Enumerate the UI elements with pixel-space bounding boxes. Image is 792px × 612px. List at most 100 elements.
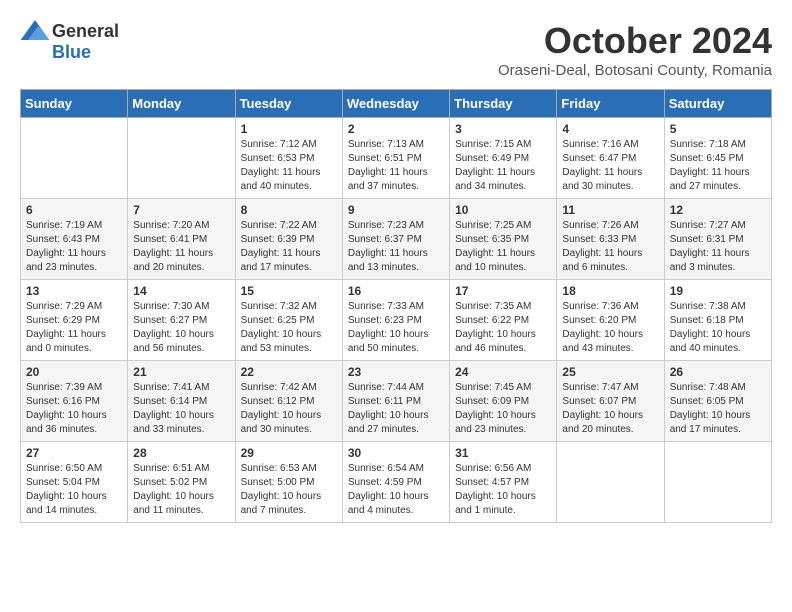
day-number: 21 — [133, 365, 229, 379]
calendar-cell: 27 Sunrise: 6:50 AMSunset: 5:04 PMDayligh… — [21, 442, 128, 523]
calendar-cell — [664, 442, 771, 523]
cell-sun-info: Sunrise: 7:32 AMSunset: 6:25 PMDaylight:… — [241, 300, 337, 356]
calendar-cell: 30 Sunrise: 6:54 AMSunset: 4:59 PMDayligh… — [342, 442, 449, 523]
cell-sun-info: Sunrise: 7:44 AMSunset: 6:11 PMDaylight:… — [348, 381, 444, 437]
calendar-cell: 22Sunrise: 7:42 AMSunset: 6:12 PMDayligh… — [235, 361, 342, 442]
logo: General Blue — [20, 20, 119, 63]
page-header: General Blue October 2024 Oraseni-Deal, … — [20, 20, 772, 79]
day-number: 28 — [133, 446, 229, 460]
cell-sun-info: Sunrise: 7:26 AMSunset: 6:33 PMDaylight:… — [562, 219, 658, 275]
calendar-cell — [21, 118, 128, 199]
calendar-cell: 7 Sunrise: 7:20 AMSunset: 6:41 PMDaylight… — [128, 199, 235, 280]
cell-sun-info: Sunrise: 7:29 AMSunset: 6:29 PMDaylight:… — [26, 300, 122, 356]
cell-sun-info: Sunrise: 6:54 AMSunset: 4:59 PMDaylight:… — [348, 462, 444, 518]
cell-sun-info: Sunrise: 7:36 AMSunset: 6:20 PMDaylight:… — [562, 300, 658, 356]
calendar-cell: 11Sunrise: 7:26 AMSunset: 6:33 PMDayligh… — [557, 199, 664, 280]
day-number: 30 — [348, 446, 444, 460]
cell-sun-info: Sunrise: 7:41 AMSunset: 6:14 PMDaylight:… — [133, 381, 229, 437]
logo-icon — [20, 20, 50, 40]
calendar-cell: 28 Sunrise: 6:51 AMSunset: 5:02 PMDayligh… — [128, 442, 235, 523]
cell-sun-info: Sunrise: 7:39 AMSunset: 6:16 PMDaylight:… — [26, 381, 122, 437]
calendar-cell: 25Sunrise: 7:47 AMSunset: 6:07 PMDayligh… — [557, 361, 664, 442]
day-number: 14 — [133, 284, 229, 298]
header-tuesday: Tuesday — [235, 90, 342, 118]
day-number: 18 — [562, 284, 658, 298]
calendar-cell: 5Sunrise: 7:18 AMSunset: 6:45 PMDaylight… — [664, 118, 771, 199]
header-sunday: Sunday — [21, 90, 128, 118]
day-number: 5 — [670, 122, 766, 136]
day-number: 4 — [562, 122, 658, 136]
day-number: 7 — [133, 203, 229, 217]
day-number: 15 — [241, 284, 337, 298]
calendar-cell: 13 Sunrise: 7:29 AMSunset: 6:29 PMDayligh… — [21, 280, 128, 361]
cell-sun-info: Sunrise: 7:45 AMSunset: 6:09 PMDaylight:… — [455, 381, 551, 437]
day-number: 9 — [348, 203, 444, 217]
calendar-cell — [128, 118, 235, 199]
day-number: 3 — [455, 122, 551, 136]
calendar-cell: 9 Sunrise: 7:23 AMSunset: 6:37 PMDaylight… — [342, 199, 449, 280]
cell-sun-info: Sunrise: 7:22 AMSunset: 6:39 PMDaylight:… — [241, 219, 337, 275]
cell-sun-info: Sunrise: 7:27 AMSunset: 6:31 PMDaylight:… — [670, 219, 766, 275]
day-number: 2 — [348, 122, 444, 136]
day-number: 17 — [455, 284, 551, 298]
calendar-cell: 1 Sunrise: 7:12 AMSunset: 6:53 PMDaylight… — [235, 118, 342, 199]
calendar-cell: 20Sunrise: 7:39 AMSunset: 6:16 PMDayligh… — [21, 361, 128, 442]
cell-sun-info: Sunrise: 7:15 AMSunset: 6:49 PMDaylight:… — [455, 138, 551, 194]
calendar-cell — [557, 442, 664, 523]
day-number: 23 — [348, 365, 444, 379]
cell-sun-info: Sunrise: 7:20 AMSunset: 6:41 PMDaylight:… — [133, 219, 229, 275]
cell-sun-info: Sunrise: 6:50 AMSunset: 5:04 PMDaylight:… — [26, 462, 122, 518]
calendar-table: Sunday Monday Tuesday Wednesday Thursday… — [20, 89, 772, 523]
calendar-cell: 21 Sunrise: 7:41 AMSunset: 6:14 PMDayligh… — [128, 361, 235, 442]
calendar-cell: 23 Sunrise: 7:44 AMSunset: 6:11 PMDayligh… — [342, 361, 449, 442]
day-number: 25 — [562, 365, 658, 379]
calendar-cell: 4Sunrise: 7:16 AMSunset: 6:47 PMDaylight… — [557, 118, 664, 199]
calendar-cell: 2 Sunrise: 7:13 AMSunset: 6:51 PMDaylight… — [342, 118, 449, 199]
calendar-cell: 19Sunrise: 7:38 AMSunset: 6:18 PMDayligh… — [664, 280, 771, 361]
calendar-cell: 14Sunrise: 7:30 AMSunset: 6:27 PMDayligh… — [128, 280, 235, 361]
calendar-cell: 8 Sunrise: 7:22 AMSunset: 6:39 PMDaylight… — [235, 199, 342, 280]
day-number: 12 — [670, 203, 766, 217]
cell-sun-info: Sunrise: 6:51 AMSunset: 5:02 PMDaylight:… — [133, 462, 229, 518]
day-number: 6 — [26, 203, 122, 217]
logo-general-text: General — [52, 21, 119, 42]
calendar-cell: 15 Sunrise: 7:32 AMSunset: 6:25 PMDayligh… — [235, 280, 342, 361]
cell-sun-info: Sunrise: 7:25 AMSunset: 6:35 PMDaylight:… — [455, 219, 551, 275]
calendar-cell: 24 Sunrise: 7:45 AMSunset: 6:09 PMDayligh… — [450, 361, 557, 442]
cell-sun-info: Sunrise: 7:38 AMSunset: 6:18 PMDaylight:… — [670, 300, 766, 356]
cell-sun-info: Sunrise: 7:23 AMSunset: 6:37 PMDaylight:… — [348, 219, 444, 275]
day-number: 29 — [241, 446, 337, 460]
calendar-week-1: 1 Sunrise: 7:12 AMSunset: 6:53 PMDaylight… — [21, 118, 772, 199]
calendar-header: Sunday Monday Tuesday Wednesday Thursday… — [21, 90, 772, 118]
calendar-cell: 31Sunrise: 6:56 AMSunset: 4:57 PMDayligh… — [450, 442, 557, 523]
calendar-cell: 12 Sunrise: 7:27 AMSunset: 6:31 PMDayligh… — [664, 199, 771, 280]
calendar-week-3: 13 Sunrise: 7:29 AMSunset: 6:29 PMDayligh… — [21, 280, 772, 361]
header-thursday: Thursday — [450, 90, 557, 118]
calendar-body: 1 Sunrise: 7:12 AMSunset: 6:53 PMDaylight… — [21, 118, 772, 523]
day-number: 1 — [241, 122, 337, 136]
calendar-week-2: 6 Sunrise: 7:19 AMSunset: 6:43 PMDaylight… — [21, 199, 772, 280]
day-number: 8 — [241, 203, 337, 217]
day-number: 31 — [455, 446, 551, 460]
cell-sun-info: Sunrise: 7:35 AMSunset: 6:22 PMDaylight:… — [455, 300, 551, 356]
calendar-cell: 10Sunrise: 7:25 AMSunset: 6:35 PMDayligh… — [450, 199, 557, 280]
day-number: 24 — [455, 365, 551, 379]
day-number: 27 — [26, 446, 122, 460]
cell-sun-info: Sunrise: 7:19 AMSunset: 6:43 PMDaylight:… — [26, 219, 122, 275]
calendar-cell: 6 Sunrise: 7:19 AMSunset: 6:43 PMDaylight… — [21, 199, 128, 280]
location-subtitle: Oraseni-Deal, Botosani County, Romania — [498, 62, 772, 79]
cell-sun-info: Sunrise: 7:12 AMSunset: 6:53 PMDaylight:… — [241, 138, 337, 194]
title-block: October 2024 Oraseni-Deal, Botosani Coun… — [498, 20, 772, 79]
calendar-cell: 17 Sunrise: 7:35 AMSunset: 6:22 PMDayligh… — [450, 280, 557, 361]
day-number: 13 — [26, 284, 122, 298]
header-saturday: Saturday — [664, 90, 771, 118]
cell-sun-info: Sunrise: 7:13 AMSunset: 6:51 PMDaylight:… — [348, 138, 444, 194]
cell-sun-info: Sunrise: 7:33 AMSunset: 6:23 PMDaylight:… — [348, 300, 444, 356]
calendar-cell: 18 Sunrise: 7:36 AMSunset: 6:20 PMDayligh… — [557, 280, 664, 361]
cell-sun-info: Sunrise: 7:48 AMSunset: 6:05 PMDaylight:… — [670, 381, 766, 437]
day-number: 16 — [348, 284, 444, 298]
calendar-cell: 29Sunrise: 6:53 AMSunset: 5:00 PMDayligh… — [235, 442, 342, 523]
calendar-cell: 26Sunrise: 7:48 AMSunset: 6:05 PMDayligh… — [664, 361, 771, 442]
cell-sun-info: Sunrise: 7:42 AMSunset: 6:12 PMDaylight:… — [241, 381, 337, 437]
header-monday: Monday — [128, 90, 235, 118]
